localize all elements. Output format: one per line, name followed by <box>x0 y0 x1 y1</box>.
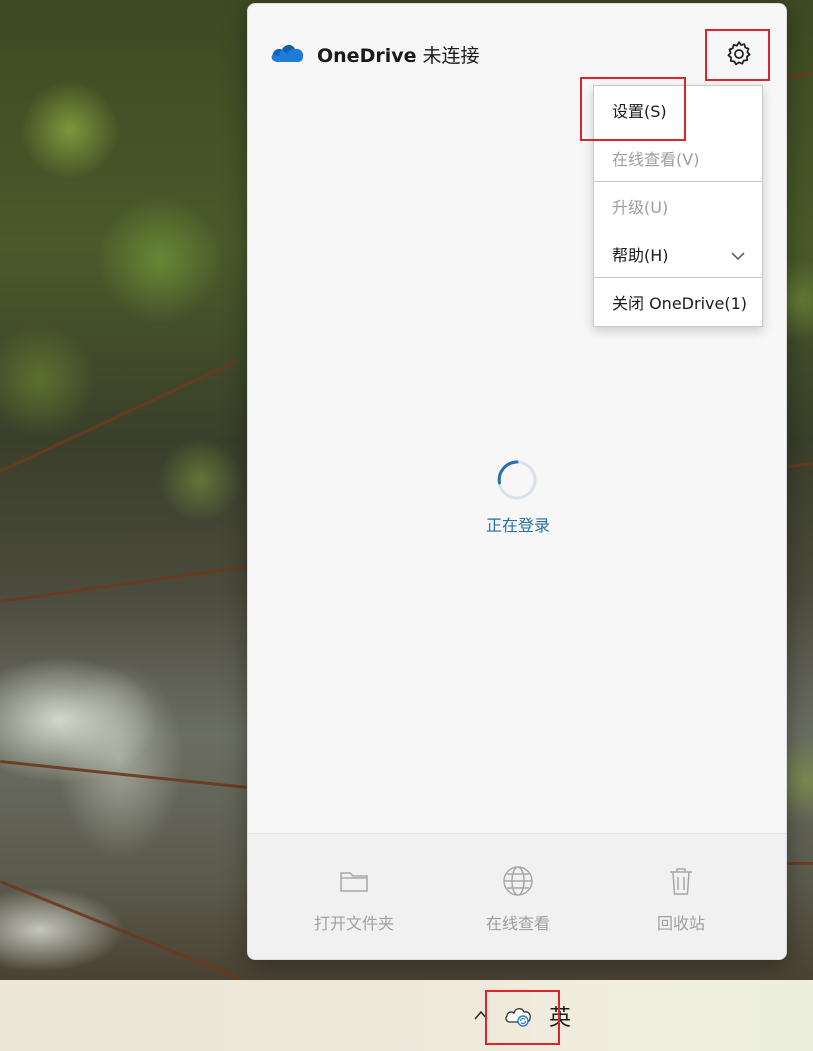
gear-icon <box>727 41 751 66</box>
chevron-up-icon <box>474 1010 488 1020</box>
rope-vine <box>0 563 258 603</box>
onedrive-sync-icon <box>505 1008 531 1027</box>
settings-gear-button[interactable] <box>715 32 763 76</box>
connection-status: 未连接 <box>422 45 480 67</box>
rope-vine <box>0 760 259 791</box>
ime-language-indicator[interactable]: 英 <box>544 1000 576 1032</box>
show-hidden-icons-button[interactable] <box>469 1003 493 1027</box>
open-folder-label: 打开文件夹 <box>313 914 394 933</box>
rope-vine <box>786 461 813 468</box>
rope-vine <box>0 880 242 981</box>
rope-vine <box>0 360 237 473</box>
view-online-button[interactable]: 在线查看 <box>458 864 578 944</box>
tray-onedrive-button[interactable] <box>502 1000 534 1032</box>
open-folder-button[interactable]: 打开文件夹 <box>294 864 414 944</box>
taskbar <box>0 980 813 1051</box>
app-name: OneDrive <box>317 45 417 67</box>
view-online-label: 在线查看 <box>485 914 550 933</box>
menu-item-settings[interactable]: 设置(S) <box>594 89 762 135</box>
menu-item-upgrade: 升级(U) <box>594 185 762 231</box>
menu-item-label: 帮助(H) <box>612 246 669 265</box>
rope-vine <box>786 69 813 78</box>
rope-vine <box>787 862 813 865</box>
menu-item-label: 关闭 OneDrive(1) <box>612 294 747 313</box>
menu-item-view-online: 在线查看(V) <box>594 137 762 183</box>
globe-icon <box>503 866 533 896</box>
menu-item-quit-onedrive[interactable]: 关闭 OneDrive(1) <box>594 281 762 327</box>
loading-text: 正在登录 <box>485 516 550 535</box>
onedrive-cloud-icon <box>271 44 304 62</box>
menu-item-label: 设置(S) <box>612 102 667 121</box>
loading-spinner <box>497 460 537 500</box>
settings-menu: 设置(S) 在线查看(V) 升级(U) 帮助(H) 关闭 OneDrive(1) <box>593 85 763 327</box>
flyout-footer: 打开文件夹 在线查看 回收站 <box>248 834 786 959</box>
menu-item-label: 升级(U) <box>612 198 669 217</box>
menu-item-help[interactable]: 帮助(H) <box>594 233 762 279</box>
folder-icon <box>340 872 368 892</box>
chevron-down-icon <box>731 252 745 261</box>
menu-item-label: 在线查看(V) <box>612 150 700 169</box>
flyout-title: OneDrive 未连接 <box>317 41 480 68</box>
menu-divider <box>594 277 762 278</box>
recycle-bin-button[interactable]: 回收站 <box>621 864 741 944</box>
recycle-bin-label: 回收站 <box>656 914 705 933</box>
recycle-bin-icon <box>670 868 692 895</box>
menu-divider <box>594 181 762 182</box>
